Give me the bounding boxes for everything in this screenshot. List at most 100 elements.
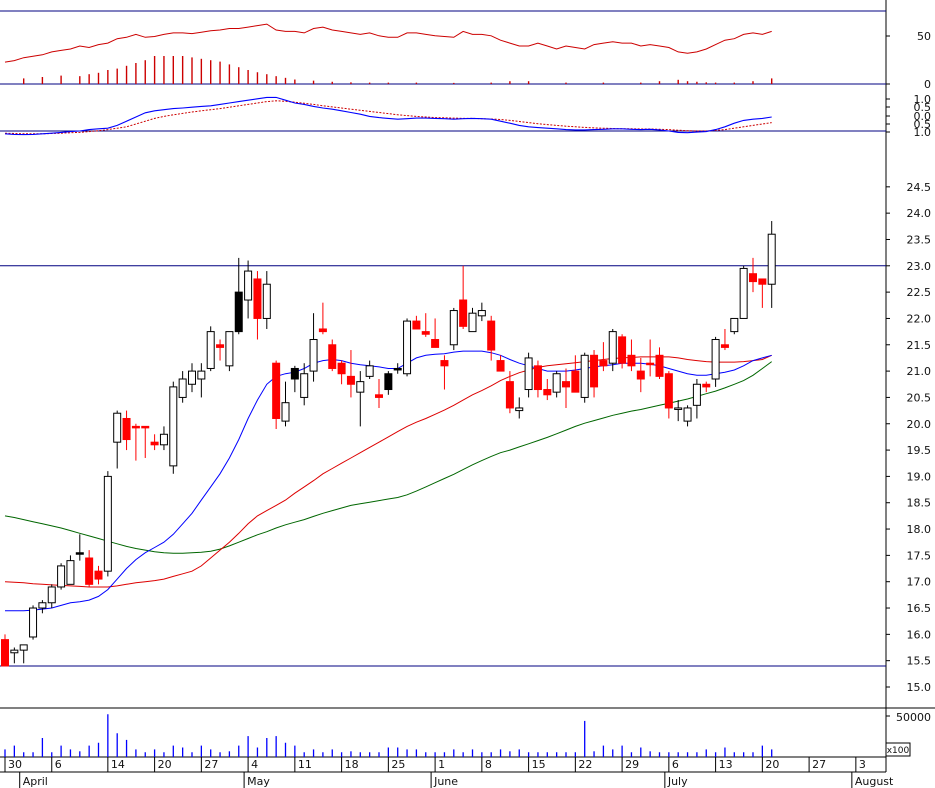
- price-tick-label: 22.5: [907, 286, 932, 299]
- x-tick-label: 20: [765, 758, 779, 771]
- candle-body: [692, 383, 701, 406]
- candle: [711, 336, 720, 387]
- month-label: May: [247, 775, 270, 788]
- candle-body: [328, 344, 337, 369]
- candle: [85, 550, 94, 587]
- candle: [244, 260, 253, 319]
- macd-panel: [0, 96, 886, 136]
- candle-body: [159, 433, 168, 446]
- candle-body: [421, 331, 430, 335]
- candle: [562, 368, 570, 408]
- candle: [328, 339, 337, 372]
- price-tick-label: 22.0: [907, 312, 932, 325]
- candle-body: [290, 367, 299, 380]
- x-tick-label: 27: [812, 758, 826, 771]
- candle-body: [711, 339, 720, 380]
- rsi-line: [4, 23, 772, 63]
- candle-body: [749, 273, 757, 283]
- price-tick-label: 16.5: [907, 602, 932, 615]
- candle: [103, 471, 112, 577]
- candle: [122, 410, 131, 451]
- candle-body: [47, 586, 56, 604]
- x-tick-label: 27: [204, 758, 218, 771]
- candle-body: [683, 407, 692, 422]
- volume-panel: [4, 714, 773, 757]
- candle: [225, 331, 234, 372]
- candle-body: [431, 339, 440, 348]
- price-panel: [0, 221, 886, 667]
- candle: [515, 397, 524, 419]
- price-tick-label: 16.0: [907, 628, 932, 641]
- candle: [253, 271, 262, 340]
- candle-body: [309, 339, 318, 372]
- candle-body: [449, 310, 458, 346]
- candle-body: [674, 407, 683, 410]
- candle: [543, 378, 552, 401]
- candle-body: [188, 370, 196, 385]
- x-tick-label: 14: [111, 758, 125, 771]
- candle-body: [346, 375, 355, 385]
- candle-body: [739, 267, 748, 319]
- volume-tick-label: 50000: [896, 711, 931, 724]
- x-tick-label: 22: [578, 758, 592, 771]
- candle-body: [440, 360, 449, 367]
- candle: [459, 265, 468, 329]
- candle-body: [552, 373, 561, 393]
- candle-body: [590, 354, 599, 388]
- candle: [674, 400, 683, 422]
- candle-body: [515, 407, 524, 412]
- candle-body: [543, 389, 552, 396]
- candle-body: [131, 425, 140, 429]
- candle-body: [505, 381, 514, 409]
- candle-body: [244, 270, 253, 301]
- candle: [281, 381, 290, 427]
- x-tick-label: 1: [438, 758, 445, 771]
- candle-body: [178, 378, 187, 398]
- candle: [66, 555, 75, 585]
- candle-body: [29, 607, 38, 638]
- candle: [421, 313, 430, 337]
- candle-body: [318, 328, 327, 333]
- price-tick-label: 19.5: [907, 444, 932, 457]
- stock-chart: 15.0 15.5 16.0 16.5 17.0 17.5 18.0 18.5 19.0 19.5…: [0, 0, 935, 788]
- candle-body: [150, 441, 159, 446]
- candle-body: [412, 320, 421, 330]
- candle: [318, 302, 327, 335]
- candle-body: [533, 365, 542, 391]
- candle: [758, 278, 767, 308]
- candle-body: [66, 560, 75, 585]
- candle: [477, 302, 486, 322]
- candle: [10, 647, 19, 664]
- price-tick-label: 19.0: [907, 470, 932, 483]
- price-tick-label: 20.0: [907, 418, 932, 431]
- candle-body: [384, 373, 393, 391]
- candle-body: [75, 552, 84, 555]
- candle-body: [468, 312, 477, 333]
- candle-body: [356, 381, 365, 393]
- candle: [720, 328, 729, 351]
- month-label: August: [855, 775, 894, 788]
- candle-body: [103, 475, 112, 572]
- candle: [206, 326, 215, 372]
- candle: [655, 347, 664, 379]
- candle: [412, 315, 421, 330]
- price-tick-label: 20.5: [907, 391, 932, 404]
- candle-body: [234, 291, 243, 333]
- candle: [169, 381, 178, 474]
- x-tick-label: 4: [251, 758, 258, 771]
- candle-body: [720, 344, 729, 348]
- candle-body: [365, 365, 374, 377]
- candle: [571, 355, 580, 393]
- candle-body: [702, 383, 711, 388]
- macd-signal-line: [4, 100, 772, 135]
- candle-body: [646, 362, 655, 366]
- candle: [29, 605, 38, 640]
- candle: [739, 265, 748, 319]
- candle: [131, 423, 140, 461]
- candle: [524, 352, 533, 398]
- month-label: July: [667, 775, 688, 788]
- candle-body: [141, 425, 150, 429]
- month-label: June: [433, 775, 458, 788]
- candle-body: [262, 283, 271, 319]
- axes: 15.0 15.5 16.0 16.5 17.0 17.5 18.0 18.5 19.0 19.5…: [4, 30, 932, 788]
